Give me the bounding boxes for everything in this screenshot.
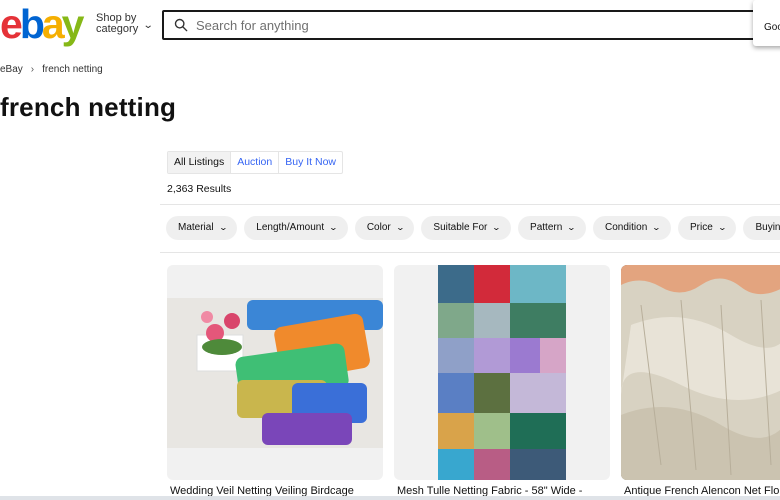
- chevron-down-icon: ⌄: [142, 19, 154, 31]
- chevron-down-icon: ⌄: [651, 223, 662, 232]
- filter-bar: Material ⌄ Length/Amount ⌄ Color ⌄ Suitable…: [166, 216, 780, 240]
- filter-price[interactable]: Price ⌄: [677, 216, 737, 240]
- filter-pattern[interactable]: Pattern ⌄: [518, 216, 586, 240]
- logo-letter-y: y: [61, 1, 85, 47]
- shop-by-category-button[interactable]: Shop by category ⌄: [96, 13, 154, 35]
- window-bottom-edge: [0, 496, 780, 500]
- chevron-down-icon: ⌄: [566, 223, 577, 232]
- listing-image-tulle-fabric[interactable]: [394, 265, 610, 480]
- filter-material[interactable]: Material ⌄: [166, 216, 238, 240]
- chevron-down-icon: ⌄: [717, 223, 727, 232]
- filter-buying-format[interactable]: Buyin: [743, 216, 780, 240]
- search-box[interactable]: [162, 10, 780, 40]
- divider: [160, 252, 780, 253]
- breadcrumb-current[interactable]: french netting: [42, 64, 103, 75]
- search-icon: [174, 18, 188, 32]
- filter-label: Length/Amount: [256, 222, 325, 233]
- chevron-right-icon: ›: [30, 64, 35, 75]
- logo-letter-a: a: [41, 1, 65, 47]
- filter-color[interactable]: Color ⌄: [354, 216, 415, 240]
- filter-label: Suitable For: [433, 222, 488, 233]
- top-right-popup[interactable]: Goo: [753, 0, 780, 46]
- filter-condition[interactable]: Condition ⌄: [593, 216, 671, 240]
- popup-text: Goo: [764, 22, 780, 33]
- tab-all-listings[interactable]: All Listings: [168, 152, 232, 173]
- divider: [160, 204, 780, 205]
- filter-label: Color: [366, 222, 391, 233]
- page-title: french netting: [0, 92, 177, 122]
- tab-buy-it-now[interactable]: Buy It Now: [279, 152, 342, 173]
- results-count: 2,363 Results: [167, 183, 232, 195]
- filter-label: Condition: [605, 222, 648, 233]
- breadcrumb: eBay › french netting: [0, 64, 103, 75]
- filter-label: Material: [178, 222, 214, 233]
- filter-label: Buyin: [755, 222, 780, 233]
- breadcrumb-home-link[interactable]: eBay: [0, 64, 23, 75]
- tab-auction[interactable]: Auction: [231, 152, 280, 173]
- tulle-swatches-image: [438, 265, 566, 480]
- chevron-down-icon: ⌄: [395, 223, 405, 232]
- antique-lace-image: [621, 265, 780, 480]
- listing-image-veil-netting[interactable]: [167, 265, 383, 480]
- search-input[interactable]: [196, 17, 696, 33]
- chevron-down-icon: ⌄: [328, 223, 339, 232]
- logo-letter-e: e: [0, 1, 23, 47]
- chevron-down-icon: ⌄: [492, 223, 502, 232]
- filter-label: Pattern: [530, 222, 563, 233]
- listing-type-tabs: All Listings Auction Buy It Now: [167, 151, 344, 174]
- logo-letter-b: b: [19, 1, 45, 47]
- category-label: category: [96, 23, 139, 35]
- filter-suitable-for[interactable]: Suitable For ⌄: [421, 216, 512, 240]
- filter-length-amount[interactable]: Length/Amount ⌄: [244, 216, 348, 240]
- filter-label: Price: [689, 222, 713, 233]
- chevron-down-icon: ⌄: [218, 223, 228, 232]
- ebay-logo[interactable]: ebay: [0, 1, 85, 47]
- listing-image-antique-lace[interactable]: [621, 265, 780, 480]
- veil-netting-image: [167, 298, 383, 448]
